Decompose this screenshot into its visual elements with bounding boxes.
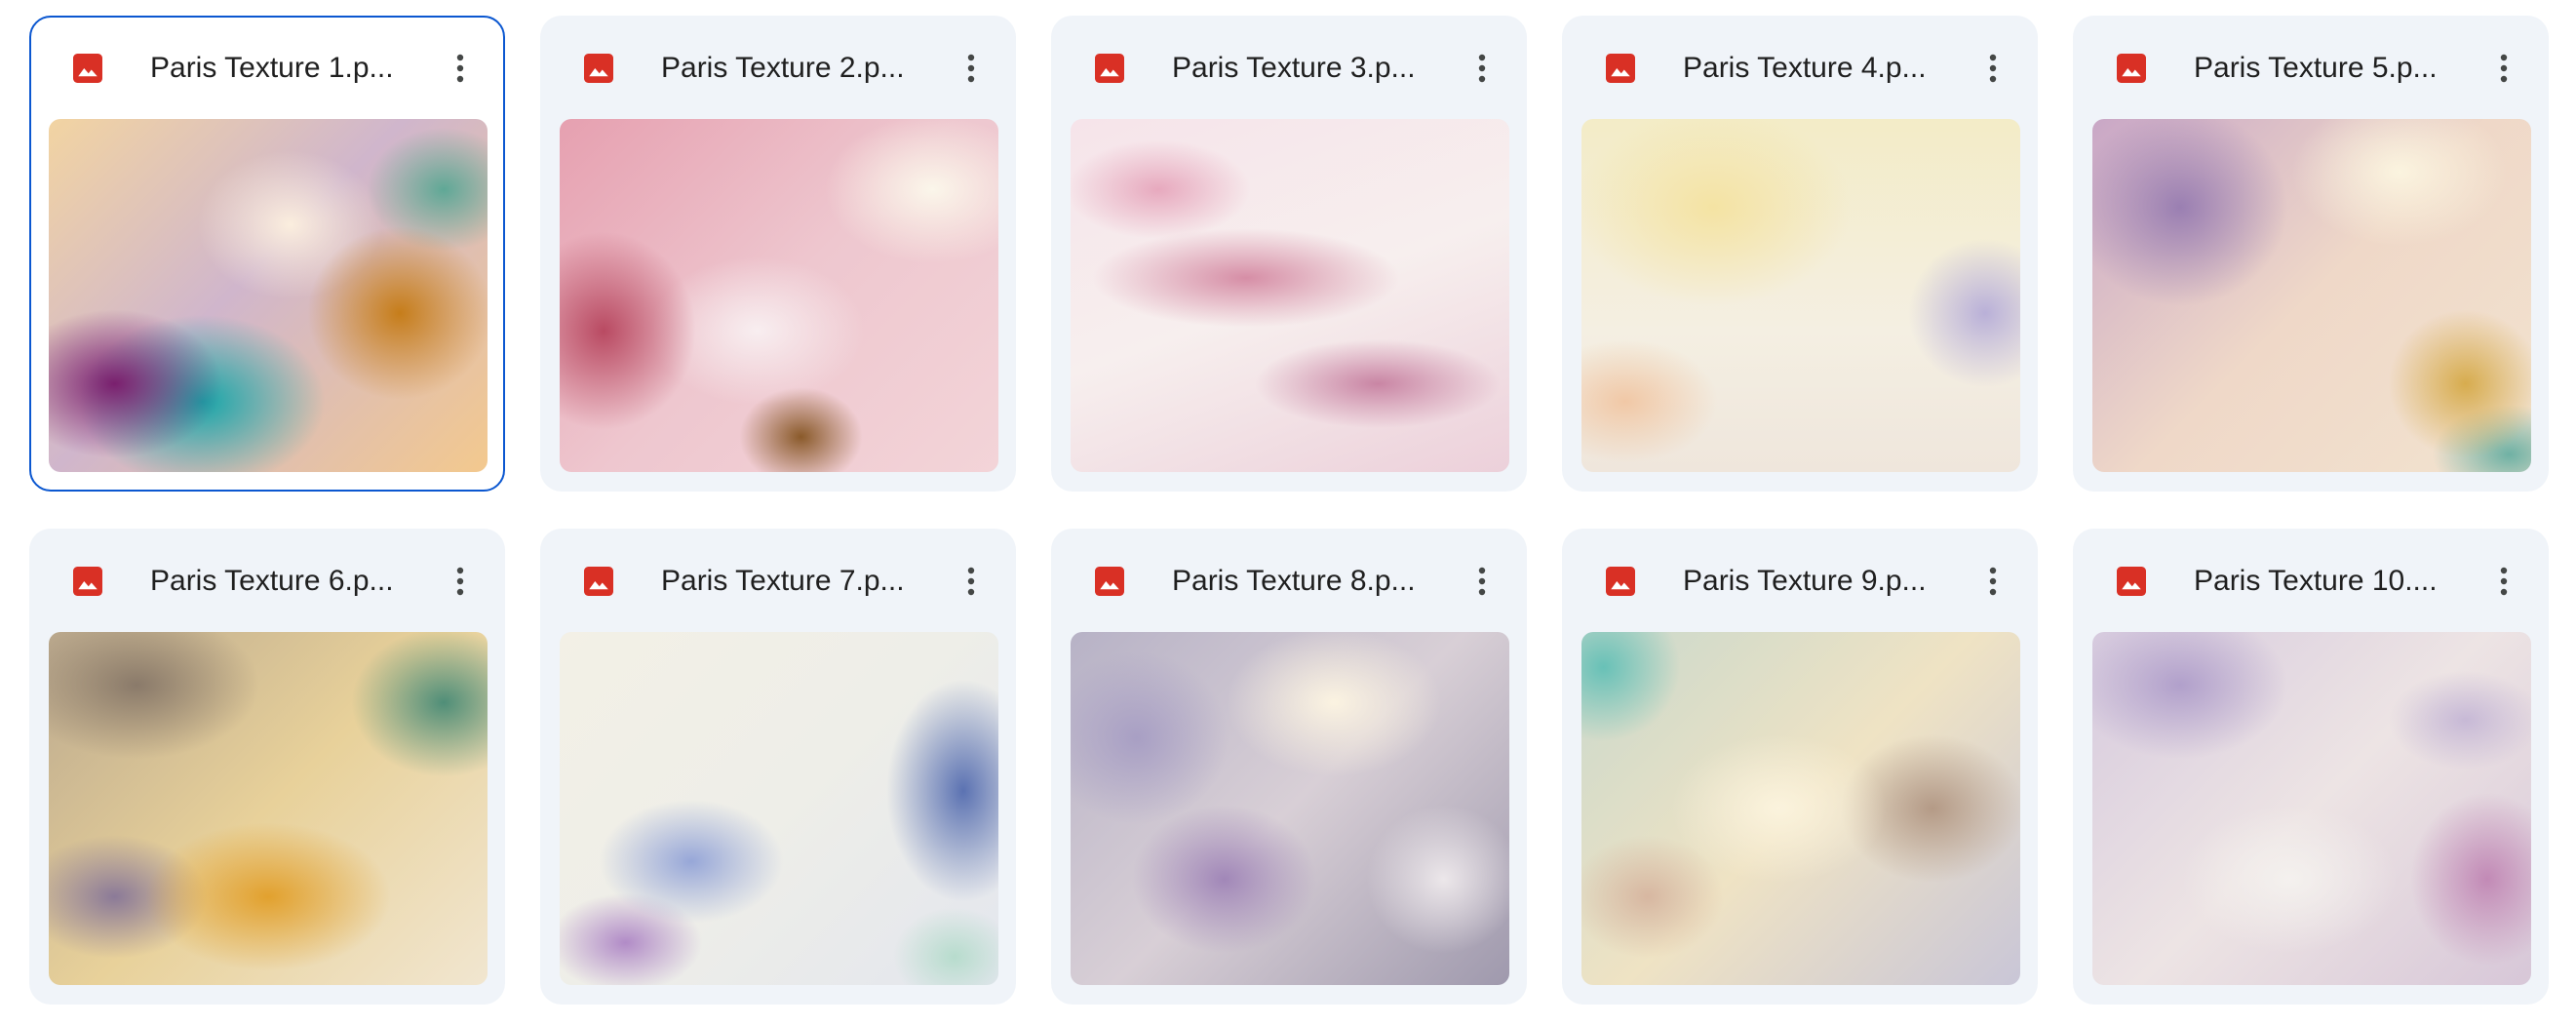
file-card[interactable]: Paris Texture 1.p...	[29, 16, 505, 492]
file-card-header: Paris Texture 8.p...	[1053, 531, 1525, 632]
file-card-header: Paris Texture 2.p...	[542, 18, 1014, 119]
image-file-icon	[581, 51, 616, 86]
file-name: Paris Texture 7.p...	[661, 565, 905, 597]
file-thumbnail[interactable]	[560, 119, 998, 472]
file-thumbnail[interactable]	[560, 632, 998, 985]
file-card[interactable]: Paris Texture 5.p...	[2073, 16, 2549, 492]
file-card-header: Paris Texture 7.p...	[542, 531, 1014, 632]
more-options-icon[interactable]	[950, 47, 993, 90]
image-file-icon	[2114, 51, 2149, 86]
file-card[interactable]: Paris Texture 2.p...	[540, 16, 1016, 492]
file-name: Paris Texture 3.p...	[1172, 52, 1416, 84]
image-file-icon	[70, 564, 105, 599]
image-file-icon	[1603, 51, 1638, 86]
file-thumbnail[interactable]	[49, 632, 488, 985]
file-card[interactable]: Paris Texture 4.p...	[1562, 16, 2038, 492]
file-card-header: Paris Texture 9.p...	[1564, 531, 2036, 632]
file-name: Paris Texture 10....	[2194, 565, 2438, 597]
image-file-icon	[2114, 564, 2149, 599]
image-file-icon	[1092, 564, 1127, 599]
file-card[interactable]: Paris Texture 8.p...	[1051, 529, 1527, 1005]
more-options-icon[interactable]	[1971, 47, 2014, 90]
file-grid: Paris Texture 1.p... Paris Texture 2.p..…	[0, 0, 2576, 1026]
file-thumbnail[interactable]	[1071, 119, 1509, 472]
image-file-icon	[581, 564, 616, 599]
file-card-header: Paris Texture 5.p...	[2075, 18, 2547, 119]
file-name: Paris Texture 8.p...	[1172, 565, 1416, 597]
more-options-icon[interactable]	[439, 560, 482, 603]
file-card-header: Paris Texture 10....	[2075, 531, 2547, 632]
file-card[interactable]: Paris Texture 6.p...	[29, 529, 505, 1005]
file-card[interactable]: Paris Texture 3.p...	[1051, 16, 1527, 492]
more-options-icon[interactable]	[2482, 47, 2525, 90]
more-options-icon[interactable]	[439, 47, 482, 90]
more-options-icon[interactable]	[1461, 47, 1503, 90]
file-name: Paris Texture 5.p...	[2194, 52, 2438, 84]
file-thumbnail[interactable]	[1581, 119, 2020, 472]
file-card-header: Paris Texture 3.p...	[1053, 18, 1525, 119]
more-options-icon[interactable]	[2482, 560, 2525, 603]
file-name: Paris Texture 4.p...	[1683, 52, 1927, 84]
file-card[interactable]: Paris Texture 9.p...	[1562, 529, 2038, 1005]
file-name: Paris Texture 9.p...	[1683, 565, 1927, 597]
file-card-header: Paris Texture 1.p...	[31, 18, 503, 119]
file-card[interactable]: Paris Texture 7.p...	[540, 529, 1016, 1005]
more-options-icon[interactable]	[1971, 560, 2014, 603]
file-card-header: Paris Texture 4.p...	[1564, 18, 2036, 119]
file-thumbnail[interactable]	[1581, 632, 2020, 985]
file-card-header: Paris Texture 6.p...	[31, 531, 503, 632]
more-options-icon[interactable]	[1461, 560, 1503, 603]
file-thumbnail[interactable]	[2092, 119, 2531, 472]
file-name: Paris Texture 1.p...	[150, 52, 394, 84]
file-card[interactable]: Paris Texture 10....	[2073, 529, 2549, 1005]
more-options-icon[interactable]	[950, 560, 993, 603]
file-thumbnail[interactable]	[2092, 632, 2531, 985]
image-file-icon	[1603, 564, 1638, 599]
file-thumbnail[interactable]	[1071, 632, 1509, 985]
image-file-icon	[1092, 51, 1127, 86]
file-name: Paris Texture 6.p...	[150, 565, 394, 597]
file-name: Paris Texture 2.p...	[661, 52, 905, 84]
image-file-icon	[70, 51, 105, 86]
file-thumbnail[interactable]	[49, 119, 488, 472]
